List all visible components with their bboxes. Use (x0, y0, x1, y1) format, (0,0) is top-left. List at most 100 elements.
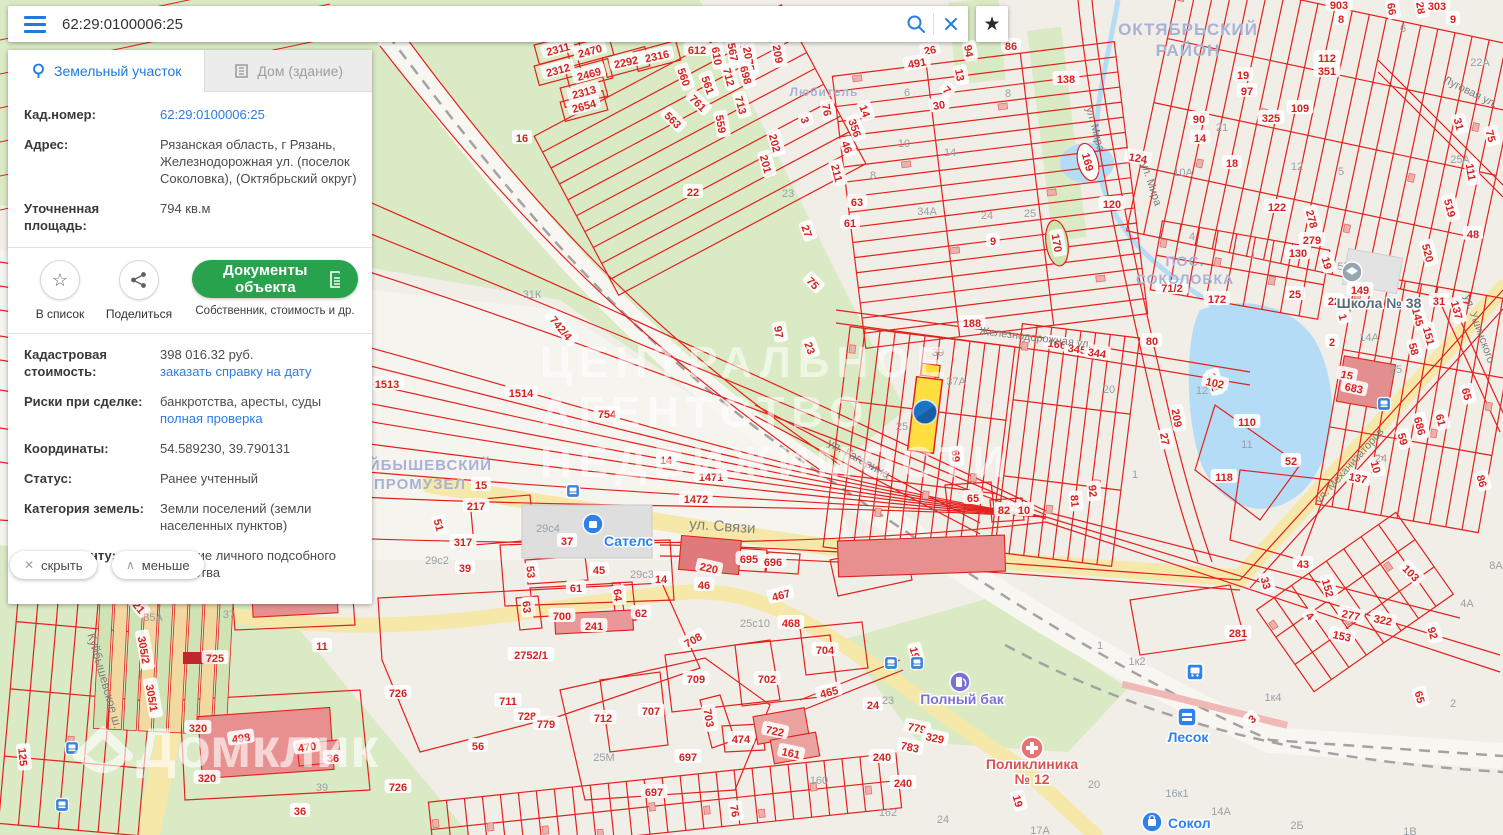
parcel-label: 24 (937, 814, 949, 826)
svg-text:23: 23 (782, 188, 794, 200)
svg-text:468: 468 (782, 618, 800, 630)
svg-text:43: 43 (1297, 559, 1309, 571)
parcel-label: 707 (637, 703, 665, 718)
parcel-label: 138 (1052, 71, 1080, 86)
hide-panel-button[interactable]: ✕ скрыть (10, 551, 97, 579)
parcel-label: 14А (1359, 332, 1379, 344)
svg-text:34А: 34А (917, 206, 937, 218)
svg-text:707: 707 (642, 706, 660, 718)
district-label: ПРОМУЗЕЛ (374, 476, 466, 493)
svg-text:14: 14 (655, 574, 668, 586)
svg-text:317: 317 (454, 537, 472, 549)
svg-text:695: 695 (740, 554, 758, 566)
field-label: Риски при сделке: (24, 394, 143, 409)
panel-actions: ☆ В список Поделиться Документы объекта … (24, 260, 358, 321)
add-to-list-button[interactable]: ☆ (40, 260, 80, 300)
transit-stop-icon[interactable] (883, 655, 899, 671)
field-label: Адрес: (24, 137, 69, 152)
star-outline-icon: ☆ (51, 269, 69, 290)
svg-text:10А: 10А (1173, 167, 1193, 179)
object-documents-button[interactable]: Документы объекта (192, 260, 358, 298)
svg-text:240: 240 (894, 778, 912, 790)
svg-text:303: 303 (1428, 1, 1446, 13)
parcel-label: 14 (944, 147, 956, 159)
clear-search-icon[interactable] (934, 7, 968, 41)
parcel-label: 29с3 (630, 569, 654, 581)
svg-text:4: 4 (1189, 231, 1195, 243)
parcel-label: 303 (1423, 0, 1451, 13)
svg-text:97: 97 (1241, 86, 1253, 98)
svg-text:712: 712 (594, 713, 612, 725)
transit-stop-icon[interactable] (1376, 396, 1392, 412)
svg-text:61: 61 (844, 218, 856, 230)
svg-text:24: 24 (937, 814, 949, 826)
parcel-label: 14 (1189, 130, 1211, 145)
svg-text:22А: 22А (1470, 57, 1490, 69)
svg-text:46: 46 (698, 580, 710, 592)
svg-text:25с10: 25с10 (740, 618, 770, 630)
parcel-label: 16 (511, 130, 533, 145)
field-link[interactable]: полная проверка (160, 410, 321, 427)
parcel-label: 31К (523, 289, 542, 301)
parcel-label: 109 (1286, 100, 1314, 115)
svg-text:700: 700 (553, 611, 571, 623)
svg-text:31: 31 (1433, 296, 1445, 308)
parcel-label: 52 (1280, 453, 1302, 468)
parcel-label: 1 (1097, 640, 1103, 652)
transit-stop-icon[interactable] (909, 655, 925, 671)
parcel-label: 25с10 (740, 618, 770, 630)
collapse-panel-button[interactable]: ∧ меньше (112, 551, 204, 579)
parcel-label: 2 (1450, 698, 1456, 710)
svg-text:Поликлиника: Поликлиника (986, 756, 1079, 772)
svg-text:172: 172 (1208, 294, 1226, 306)
parcel-label: 1 (1132, 469, 1138, 481)
parcel-label: 81 (1067, 490, 1084, 512)
svg-text:16к1: 16к1 (1165, 788, 1188, 800)
star-icon: ★ (983, 13, 1001, 35)
field-value: Ранее учтенный (160, 471, 258, 486)
parcel-label: 24 (1375, 453, 1387, 465)
parcel-label: 704 (811, 642, 839, 657)
share-button[interactable] (119, 260, 159, 300)
menu-icon[interactable] (24, 12, 46, 37)
svg-text:110: 110 (1238, 417, 1256, 429)
tab-land-parcel[interactable]: Земельный участок (8, 50, 205, 92)
svg-text:1514: 1514 (509, 388, 534, 400)
svg-text:20: 20 (1088, 779, 1100, 791)
divider (8, 333, 372, 334)
parcel-label: 34А (917, 206, 937, 218)
poi-bus[interactable] (1186, 663, 1204, 681)
parcel-label: 1513 (370, 376, 404, 391)
parcel-label: 325 (1257, 110, 1285, 125)
parcel-label: 25 (1024, 208, 1036, 220)
favorites-button[interactable]: ★ (976, 6, 1008, 42)
parcel-label: 9 (1446, 11, 1460, 26)
parcel-label: 1В (1403, 826, 1416, 835)
parcel-label: 1к2 (1128, 656, 1145, 668)
parcel-label: 725 (201, 650, 229, 665)
parcel-label: 1к4 (1264, 692, 1281, 704)
svg-text:25М: 25М (593, 752, 614, 764)
svg-text:45: 45 (593, 565, 605, 577)
poi-сокол[interactable]: Сокол (1141, 811, 1212, 833)
parcel-label: 697 (640, 784, 668, 799)
parcel-label: 468 (777, 615, 805, 630)
parcel-label: 700 (548, 608, 576, 623)
svg-text:35А: 35А (143, 612, 163, 624)
parcel-label: 82 (993, 502, 1015, 517)
field-value-link[interactable]: 62:29:0100006:25 (160, 106, 265, 123)
parcel-label: 25А (1450, 154, 1470, 166)
svg-text:612: 612 (688, 45, 706, 57)
parcel-label: 351 (1313, 63, 1341, 78)
parcel-label: 61 (565, 580, 587, 595)
field-link[interactable]: заказать справку на дату (160, 363, 312, 380)
parcel-label: 80 (1141, 333, 1163, 348)
tab-building[interactable]: Дом (здание) (204, 50, 372, 92)
parcel-label: 8 (870, 170, 876, 182)
svg-text:№ 12: № 12 (1014, 771, 1049, 787)
transit-stop-icon[interactable] (54, 797, 70, 813)
search-input[interactable] (60, 14, 899, 34)
svg-text:2: 2 (1450, 698, 1456, 710)
search-icon[interactable] (899, 7, 933, 41)
svg-text:Лесок: Лесок (1168, 729, 1210, 745)
